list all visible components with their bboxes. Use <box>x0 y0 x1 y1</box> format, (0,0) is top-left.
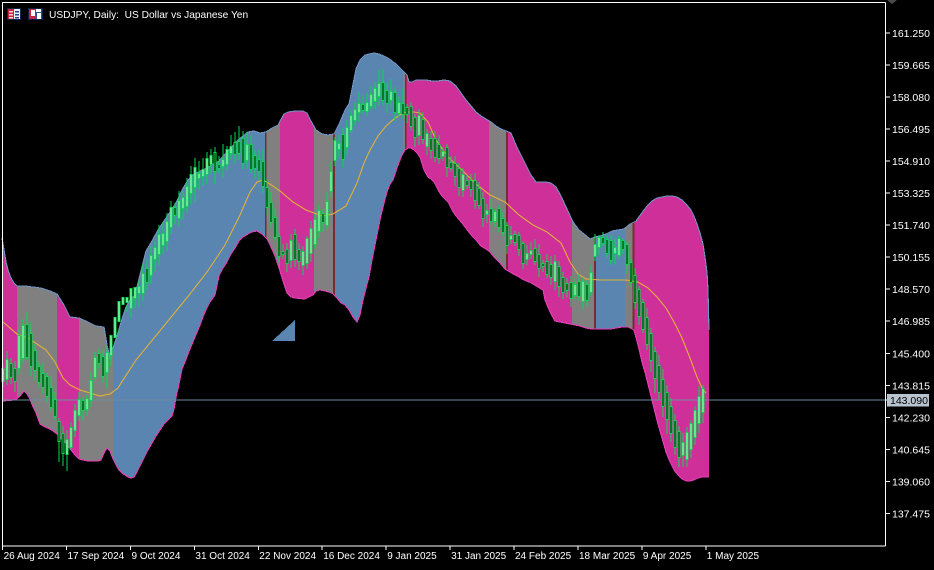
svg-text:22 Nov 2024: 22 Nov 2024 <box>259 551 316 562</box>
svg-text:156.495: 156.495 <box>892 124 930 136</box>
svg-text:24 Feb 2025: 24 Feb 2025 <box>515 551 572 562</box>
svg-text:31 Jan 2025: 31 Jan 2025 <box>451 551 506 562</box>
svg-text:151.740: 151.740 <box>892 220 930 232</box>
svg-text:145.400: 145.400 <box>892 348 930 360</box>
svg-text:16 Dec 2024: 16 Dec 2024 <box>323 551 380 562</box>
svg-text:153.325: 153.325 <box>892 188 930 200</box>
svg-text:18 Mar 2025: 18 Mar 2025 <box>579 551 636 562</box>
svg-text:148.570: 148.570 <box>892 284 930 296</box>
svg-text:9 Oct 2024: 9 Oct 2024 <box>132 551 181 562</box>
svg-text:USDJPY, Daily: US Dollar vs J: USDJPY, Daily: US Dollar vs Japanese Yen <box>49 10 248 21</box>
svg-text:150.155: 150.155 <box>892 252 930 264</box>
svg-text:159.665: 159.665 <box>892 60 930 72</box>
svg-text:9 Apr 2025: 9 Apr 2025 <box>643 551 692 562</box>
svg-text:161.250: 161.250 <box>892 28 930 40</box>
svg-text:17 Sep 2024: 17 Sep 2024 <box>68 551 125 562</box>
svg-text:140.645: 140.645 <box>892 444 930 456</box>
svg-text:137.475: 137.475 <box>892 509 930 521</box>
svg-text:139.060: 139.060 <box>892 477 930 489</box>
svg-text:1 May 2025: 1 May 2025 <box>707 551 760 562</box>
svg-text:9 Jan 2025: 9 Jan 2025 <box>387 551 437 562</box>
svg-text:143.090: 143.090 <box>890 395 928 407</box>
svg-text:142.230: 142.230 <box>892 412 930 424</box>
svg-text:146.985: 146.985 <box>892 316 930 328</box>
svg-text:158.080: 158.080 <box>892 92 930 104</box>
svg-text:143.815: 143.815 <box>892 380 930 392</box>
svg-text:154.910: 154.910 <box>892 156 930 168</box>
svg-text:31 Oct 2024: 31 Oct 2024 <box>195 551 250 562</box>
svg-text:26 Aug 2024: 26 Aug 2024 <box>4 551 61 562</box>
